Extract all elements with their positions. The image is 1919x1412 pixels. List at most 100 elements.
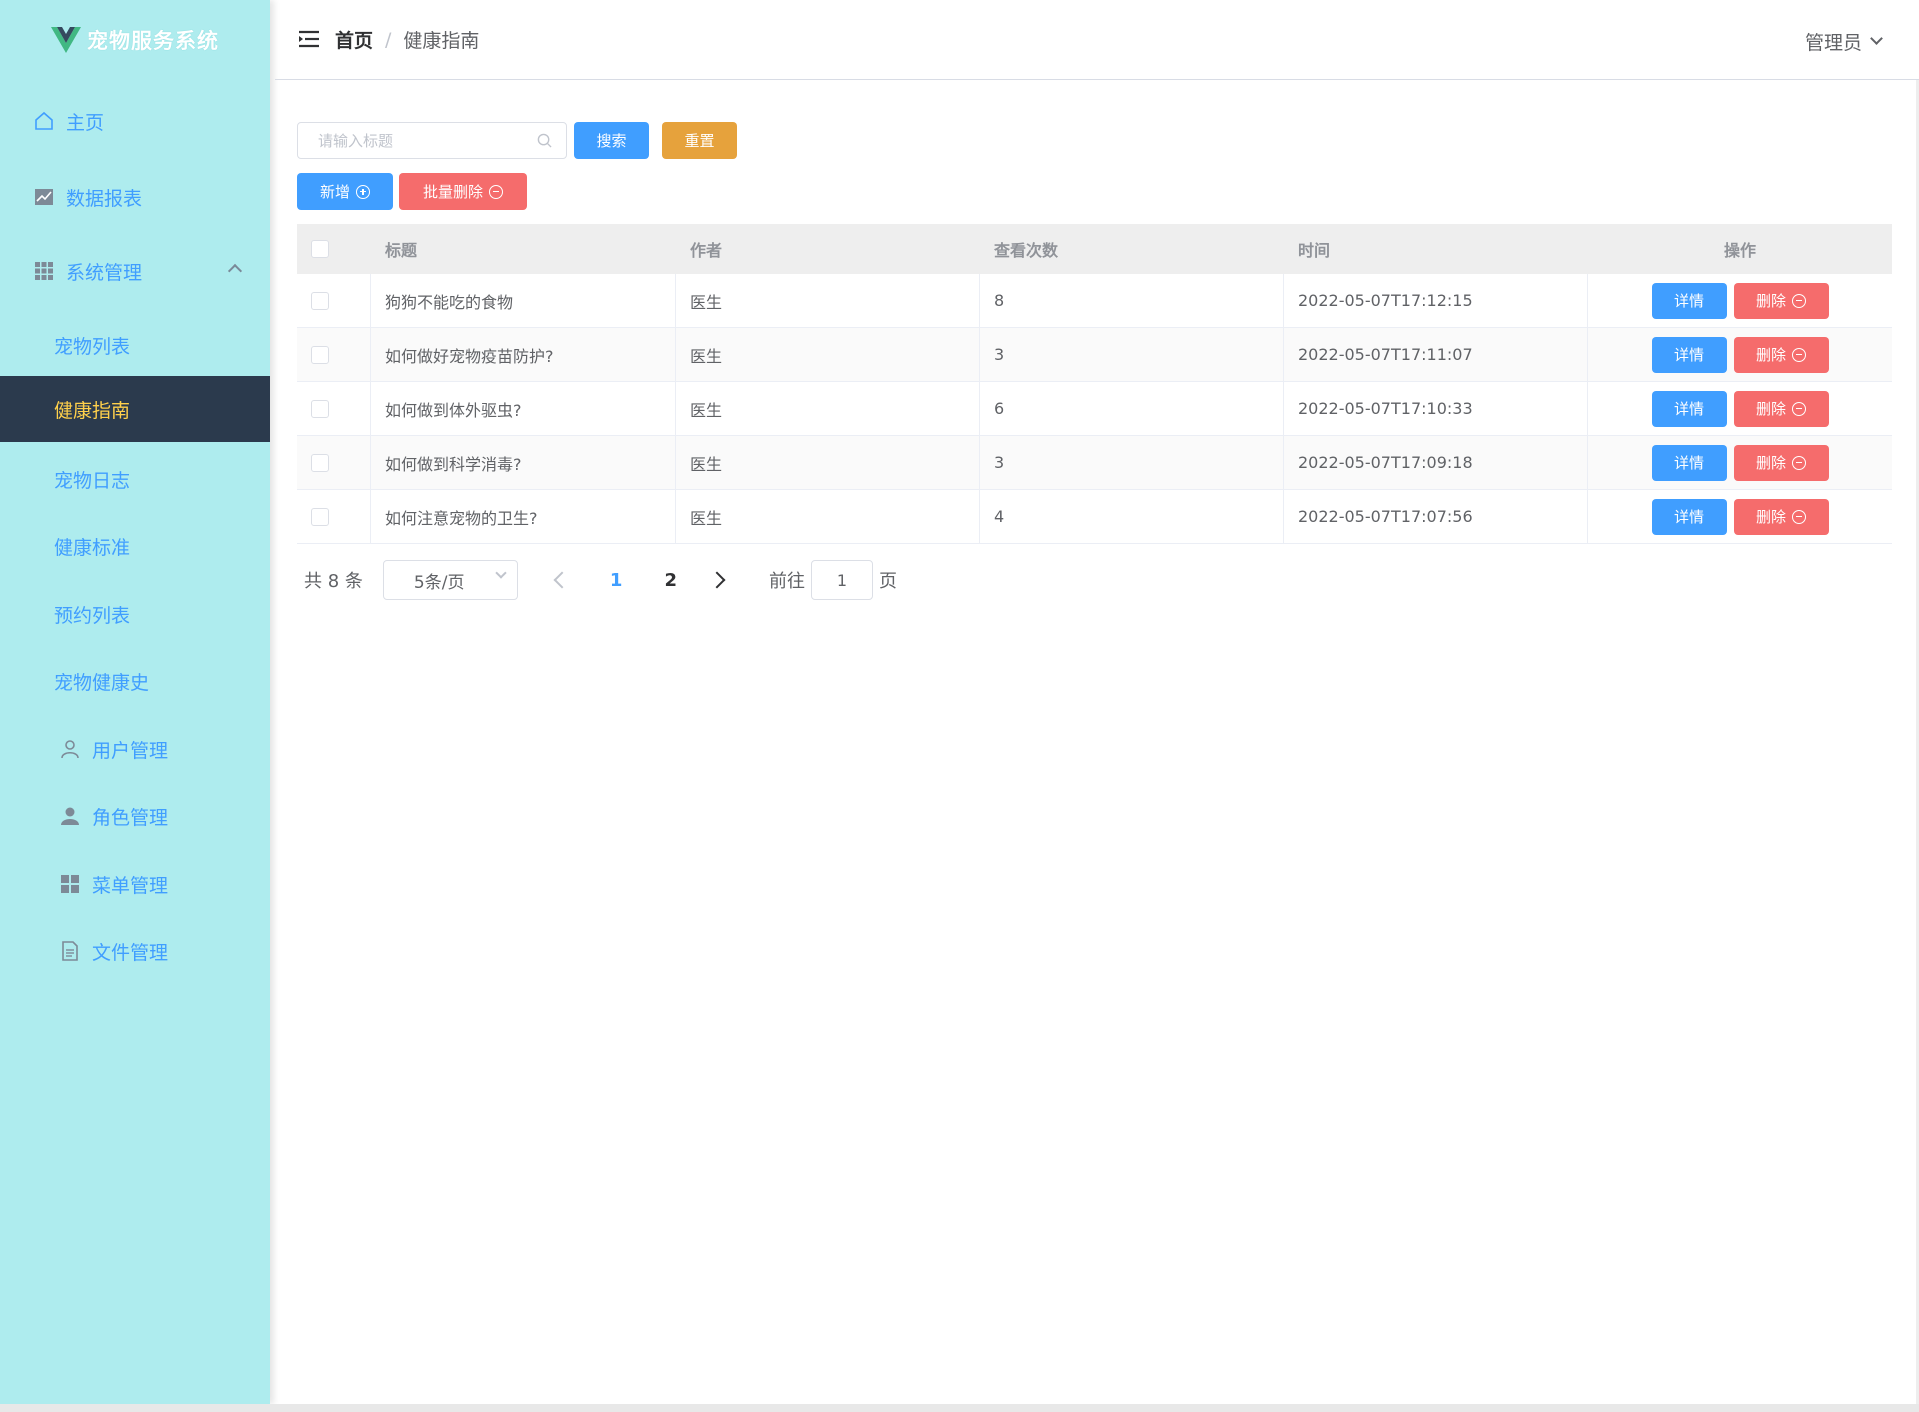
sidebar-item-label: 宠物列表	[54, 335, 131, 358]
detail-button-label: 详情	[1673, 400, 1704, 418]
circle-minus-icon	[1792, 509, 1806, 524]
cell-author: 医生	[676, 328, 980, 381]
chevron-up-icon	[227, 263, 243, 279]
sidebar-item-home[interactable]: 主页	[0, 88, 270, 154]
cell-time: 2022-05-07T17:10:33	[1284, 382, 1588, 435]
cell-time: 2022-05-07T17:11:07	[1284, 328, 1588, 381]
vue-logo-icon	[51, 27, 81, 53]
sidebar-item-label: 健康标准	[54, 536, 131, 559]
detail-button[interactable]: 详情	[1651, 444, 1727, 481]
batch-delete-button-label: 批量删除	[422, 183, 483, 201]
next-page-icon[interactable]	[708, 571, 726, 589]
detail-button[interactable]: 详情	[1651, 282, 1727, 319]
row-checkbox[interactable]	[311, 399, 329, 418]
breadcrumb: 首页 / 健康指南	[335, 26, 479, 53]
column-header-title: 标题	[385, 241, 418, 260]
goto-label: 前往	[768, 571, 805, 592]
sidebar-item-menus[interactable]: 菜单管理	[0, 851, 270, 917]
goto-page-input[interactable]: 1	[810, 560, 873, 600]
sidebar-item-label: 宠物健康史	[54, 671, 150, 694]
row-checkbox[interactable]	[311, 345, 329, 364]
select-all-checkbox[interactable]	[311, 240, 329, 258]
table-row: 如何做到科学消毒? 医生 3 2022-05-07T17:09:18 详情 删除	[297, 436, 1892, 490]
goto-suffix: 页	[878, 571, 897, 592]
add-button[interactable]: 新增	[297, 173, 393, 210]
cell-views: 8	[980, 274, 1284, 327]
pagination: 共 8 条 5条/页 1 2 前往 1 页	[297, 560, 897, 600]
row-checkbox[interactable]	[311, 453, 329, 472]
page-size-select[interactable]: 5条/页	[382, 560, 518, 600]
table-row: 如何注意宠物的卫生? 医生 4 2022-05-07T17:07:56 详情 删…	[297, 490, 1892, 544]
sidebar-item-health-guide[interactable]: 健康指南	[0, 376, 270, 442]
sidebar-item-pet-log[interactable]: 宠物日志	[0, 446, 270, 512]
circle-minus-icon	[489, 184, 503, 199]
reset-button[interactable]: 重置	[662, 122, 737, 159]
sidebar-item-roles[interactable]: 角色管理	[0, 783, 270, 849]
sidebar-item-reports[interactable]: 数据报表	[0, 164, 270, 230]
column-header-actions: 操作	[1723, 241, 1756, 260]
search-button[interactable]: 搜索	[574, 122, 649, 159]
sidebar-item-files[interactable]: 文件管理	[0, 918, 270, 984]
menu-fold-icon[interactable]	[299, 30, 319, 48]
sidebar-item-label: 宠物日志	[54, 469, 131, 492]
cell-author: 医生	[676, 436, 980, 489]
batch-delete-button[interactable]: 批量删除	[399, 173, 527, 210]
breadcrumb-current: 健康指南	[403, 30, 480, 52]
column-header-views: 查看次数	[994, 241, 1059, 260]
cell-title: 如何注意宠物的卫生?	[371, 490, 676, 543]
app-title: 宠物服务系统	[87, 29, 219, 53]
detail-button-label: 详情	[1673, 508, 1704, 526]
sidebar-item-appointments[interactable]: 预约列表	[0, 581, 270, 647]
app-logo[interactable]: 宠物服务系统	[0, 0, 270, 80]
pagination-total: 共 8 条	[304, 571, 363, 592]
delete-button[interactable]: 删除	[1733, 282, 1829, 319]
sidebar: 宠物服务系统 主页 数据报表 系统管理 宠物列表 健康指南 宠物日志 健康标准 …	[0, 0, 270, 1404]
user-dropdown[interactable]: 管理员	[1805, 28, 1883, 55]
search-field[interactable]	[297, 122, 567, 159]
prev-page-icon[interactable]	[553, 571, 571, 589]
menu-grid-icon	[58, 872, 82, 896]
delete-button[interactable]: 删除	[1733, 390, 1829, 427]
table-row: 如何做好宠物疫苗防护? 医生 3 2022-05-07T17:11:07 详情 …	[297, 328, 1892, 382]
cell-author: 医生	[676, 274, 980, 327]
cell-title: 如何做到科学消毒?	[371, 436, 676, 489]
circle-minus-icon	[1792, 401, 1806, 416]
cell-time: 2022-05-07T17:12:15	[1284, 274, 1588, 327]
sidebar-item-label: 文件管理	[92, 941, 169, 964]
delete-button[interactable]: 删除	[1733, 336, 1829, 373]
detail-button[interactable]: 详情	[1651, 336, 1727, 373]
detail-button[interactable]: 详情	[1651, 390, 1727, 427]
top-header: 首页 / 健康指南 管理员	[275, 0, 1919, 80]
page-number-1[interactable]: 1	[610, 570, 623, 591]
sidebar-item-health-standard[interactable]: 健康标准	[0, 513, 270, 579]
cell-time: 2022-05-07T17:07:56	[1284, 490, 1588, 543]
row-checkbox[interactable]	[311, 291, 329, 310]
sidebar-item-label: 用户管理	[92, 739, 169, 762]
search-icon	[537, 133, 552, 148]
circle-minus-icon	[1792, 455, 1806, 470]
delete-button-label: 删除	[1755, 400, 1786, 418]
cell-title: 狗狗不能吃的食物	[371, 274, 676, 327]
delete-button[interactable]: 删除	[1733, 498, 1829, 535]
sidebar-item-health-history[interactable]: 宠物健康史	[0, 648, 270, 714]
chevron-down-icon	[1870, 32, 1883, 45]
sidebar-item-pet-list[interactable]: 宠物列表	[0, 312, 270, 378]
select-all-cell	[297, 240, 371, 258]
page-number-2[interactable]: 2	[664, 570, 677, 591]
delete-button[interactable]: 删除	[1733, 444, 1829, 481]
circle-minus-icon	[1792, 293, 1806, 308]
add-button-label: 新增	[319, 183, 350, 201]
detail-button[interactable]: 详情	[1651, 498, 1727, 535]
sidebar-item-label: 菜单管理	[92, 874, 169, 897]
sidebar-item-users[interactable]: 用户管理	[0, 716, 270, 782]
breadcrumb-separator: /	[385, 28, 392, 51]
circle-minus-icon	[1792, 347, 1806, 362]
reset-button-label: 重置	[684, 132, 715, 150]
search-input[interactable]	[318, 123, 538, 158]
column-header-time: 时间	[1298, 241, 1331, 260]
breadcrumb-home[interactable]: 首页	[335, 26, 373, 53]
cell-views: 4	[980, 490, 1284, 543]
table-row: 狗狗不能吃的食物 医生 8 2022-05-07T17:12:15 详情 删除	[297, 274, 1892, 328]
row-checkbox[interactable]	[311, 507, 329, 526]
sidebar-item-system[interactable]: 系统管理	[0, 238, 270, 304]
